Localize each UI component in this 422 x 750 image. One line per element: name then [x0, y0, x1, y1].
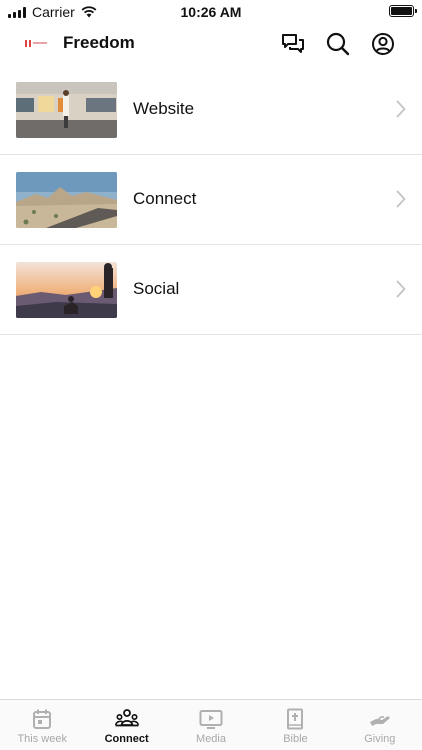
chat-icon[interactable]	[280, 31, 306, 57]
battery-icon	[389, 5, 417, 17]
tab-label: This week	[17, 733, 67, 745]
train-station-photo	[16, 82, 117, 138]
tab-connect[interactable]: Connect	[84, 700, 168, 750]
tab-bar: This week Connect Media Bible Giving	[0, 699, 422, 750]
status-bar: Carrier 10:26 AM	[0, 0, 422, 22]
desert-road-photo	[16, 172, 117, 228]
giving-hand-icon	[369, 716, 390, 726]
people-icon	[114, 709, 139, 727]
tab-giving[interactable]: Giving	[338, 700, 422, 750]
connect-list: Website Connect Social	[0, 65, 422, 335]
tab-bible[interactable]: Bible	[253, 700, 337, 750]
tab-media[interactable]: Media	[169, 700, 253, 750]
app-header: Freedom	[0, 26, 422, 62]
search-icon[interactable]	[325, 31, 351, 57]
video-icon	[199, 710, 223, 729]
page-title: Freedom	[63, 33, 135, 52]
sunset-hikers-photo	[16, 262, 117, 318]
tab-label: Media	[196, 733, 226, 745]
list-item-label: Website	[133, 99, 195, 118]
chevron-right-icon	[396, 280, 406, 298]
list-item-label: Social	[133, 279, 180, 298]
list-item-connect[interactable]: Connect	[0, 155, 422, 245]
chevron-right-icon	[396, 100, 406, 118]
tab-this-week[interactable]: This week	[0, 700, 84, 750]
church-logo	[25, 38, 51, 48]
status-time: 10:26 AM	[180, 4, 242, 20]
list-item-social[interactable]: Social	[0, 245, 422, 335]
chevron-right-icon	[396, 190, 406, 208]
bible-icon	[287, 708, 304, 730]
list-item-label: Connect	[133, 189, 197, 208]
tab-label: Giving	[364, 733, 396, 745]
tab-label: Bible	[283, 733, 308, 745]
account-icon[interactable]	[370, 31, 396, 57]
list-item-website[interactable]: Website	[0, 65, 422, 155]
calendar-icon	[33, 709, 52, 729]
tab-label: Connect	[104, 733, 149, 745]
